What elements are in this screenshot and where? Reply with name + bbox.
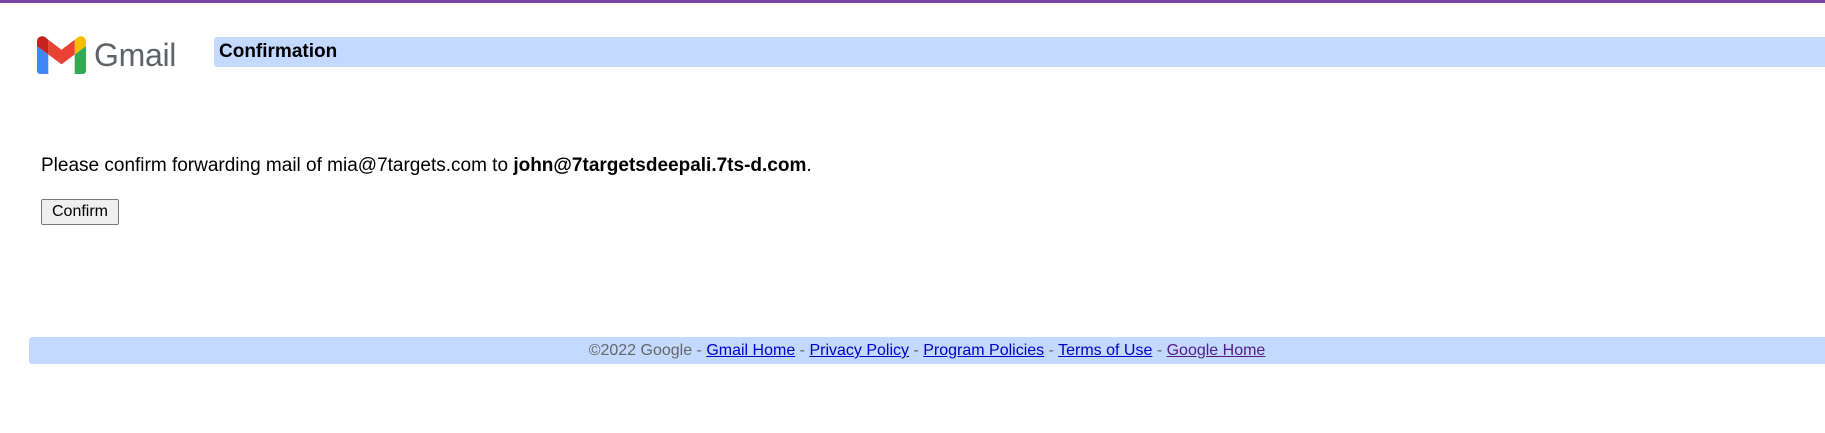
copyright: ©2022 Google bbox=[588, 342, 693, 359]
confirm-button[interactable]: Confirm bbox=[41, 199, 120, 225]
footer-separator: - bbox=[1152, 342, 1167, 359]
footer: ©2022 Google - Gmail Home - Privacy Poli… bbox=[29, 337, 1825, 364]
message-prefix: Please confirm forwarding mail of mia@7t… bbox=[41, 155, 514, 176]
footer-link-program-policies[interactable]: Program Policies bbox=[923, 342, 1044, 359]
footer-separator: - bbox=[1044, 342, 1059, 359]
confirmation-message: Please confirm forwarding mail of mia@7t… bbox=[41, 154, 812, 178]
footer-separator: - bbox=[692, 342, 707, 359]
gmail-logo[interactable]: Gmail bbox=[37, 36, 176, 74]
page-title: Confirmation bbox=[219, 41, 338, 62]
footer-separator: - bbox=[909, 342, 924, 359]
footer-link-gmail-home[interactable]: Gmail Home bbox=[706, 342, 795, 359]
footer-link-terms-of-use[interactable]: Terms of Use bbox=[1058, 342, 1152, 359]
footer-link-google-home[interactable]: Google Home bbox=[1167, 342, 1266, 359]
target-email: john@7targetsdeepali.7ts-d.com bbox=[513, 155, 807, 176]
top-accent-bar bbox=[0, 0, 1825, 3]
message-suffix: . bbox=[806, 155, 812, 176]
footer-separator: - bbox=[795, 342, 810, 359]
footer-link-privacy-policy[interactable]: Privacy Policy bbox=[809, 342, 909, 359]
gmail-m-icon bbox=[37, 36, 86, 74]
title-bar: Confirmation bbox=[214, 37, 1825, 67]
gmail-logo-text: Gmail bbox=[94, 37, 177, 73]
